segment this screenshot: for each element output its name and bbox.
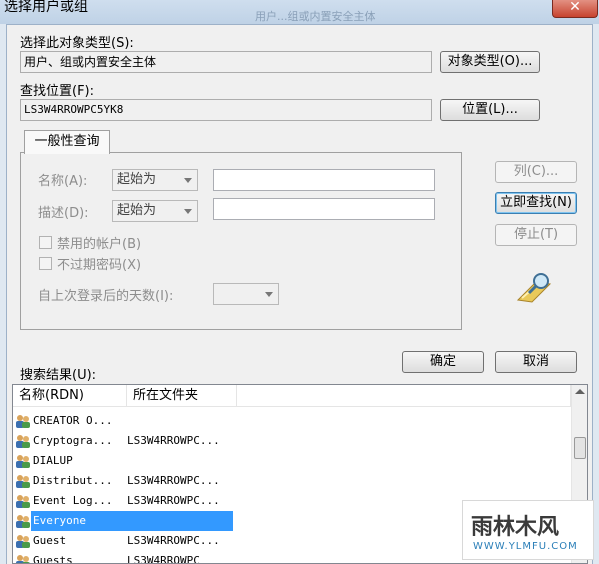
close-icon: ✕	[569, 0, 581, 15]
location-field: LS3W4RROWPC5YK8	[20, 99, 432, 121]
disabled-accounts-label: 禁用的帐户(B)	[57, 237, 142, 252]
scroll-thumb[interactable]	[574, 437, 586, 459]
cell-folder: LS3W4RROWPC...	[127, 474, 220, 487]
days-since-logon-dropdown[interactable]	[213, 283, 279, 305]
user-group-icon	[15, 433, 31, 449]
name-match-value: 起始为	[117, 172, 157, 187]
column-header-filler	[237, 385, 571, 407]
title-bar[interactable]: 选择用户或组 用户...组或内置安全主体 ✕	[0, 0, 599, 24]
user-group-icon	[15, 553, 31, 563]
cancel-button[interactable]: 取消	[495, 351, 577, 373]
find-now-button[interactable]: 立即查找(N)	[495, 192, 577, 214]
description-match-dropdown[interactable]: 起始为	[112, 200, 198, 222]
tab-common-queries[interactable]: 一般性查询	[24, 130, 110, 154]
scroll-up-icon[interactable]	[575, 389, 585, 394]
user-group-icon	[15, 473, 31, 489]
stop-button[interactable]: 停止(T)	[495, 224, 577, 246]
columns-button[interactable]: 列(C)...	[495, 161, 577, 183]
description-match-value: 起始为	[117, 203, 157, 218]
search-results-label: 搜索结果(U):	[20, 368, 97, 383]
chevron-down-icon	[265, 292, 273, 297]
location-label: 查找位置(F):	[20, 84, 95, 99]
watermark-url: WWW.YLMFU.COM	[473, 541, 578, 552]
non-expiring-password-checkbox[interactable]	[39, 257, 52, 270]
cell-name: Distribut...	[33, 474, 113, 487]
user-group-icon	[15, 493, 31, 509]
chevron-down-icon	[184, 209, 192, 214]
ok-button[interactable]: 确定	[402, 351, 484, 373]
location-button[interactable]: 位置(L)...	[440, 99, 540, 121]
watermark-logo: 雨林木风 WWW.YLMFU.COM	[462, 500, 594, 560]
background-window-text: 用户...组或内置安全主体	[255, 10, 376, 23]
non-expiring-password-label: 不过期密码(X)	[57, 258, 142, 273]
cell-folder: LS3W4RROWPC...	[127, 534, 220, 547]
cell-name: Everyone	[31, 511, 233, 531]
object-types-button[interactable]: 对象类型(O)...	[440, 51, 540, 73]
user-group-icon	[15, 413, 31, 429]
user-group-icon	[15, 533, 31, 549]
cell-name: Cryptogra...	[33, 434, 113, 447]
column-header-name[interactable]: 名称(RDN)	[13, 385, 127, 407]
name-input[interactable]	[213, 169, 435, 191]
cell-folder: LS3W4RROWPC	[127, 554, 200, 564]
name-label: 名称(A):	[38, 174, 88, 189]
cell-folder: LS3W4RROWPC...	[127, 494, 220, 507]
search-magnifier-icon	[514, 270, 556, 306]
object-types-field: 用户、组或内置安全主体	[20, 51, 432, 73]
table-row[interactable]: Cryptogra... LS3W4RROWPC...	[13, 431, 573, 451]
table-row[interactable]: DIALUP	[13, 451, 573, 471]
user-group-icon	[15, 513, 31, 529]
cell-name: Event Log...	[33, 494, 113, 507]
table-row[interactable]: CREATOR O...	[13, 411, 573, 431]
user-group-icon	[15, 453, 31, 469]
watermark-brand: 雨林木风	[471, 515, 560, 540]
cell-name: CREATOR O...	[33, 414, 113, 427]
close-button[interactable]: ✕	[552, 0, 598, 18]
cell-name: Guest	[33, 534, 67, 547]
object-types-label: 选择此对象类型(S):	[20, 36, 134, 51]
table-row[interactable]: Distribut... LS3W4RROWPC...	[13, 471, 573, 491]
chevron-down-icon	[184, 178, 192, 183]
cell-name: DIALUP	[33, 454, 73, 467]
description-label: 描述(D):	[38, 206, 89, 221]
days-since-logon-label: 自上次登录后的天数(I):	[38, 289, 174, 304]
cell-name: Guests	[33, 554, 73, 564]
cell-folder: LS3W4RROWPC...	[127, 434, 220, 447]
column-header-folder[interactable]: 所在文件夹	[127, 385, 237, 407]
name-match-dropdown[interactable]: 起始为	[112, 169, 198, 191]
description-input[interactable]	[213, 198, 435, 220]
window-title: 选择用户或组	[4, 0, 88, 15]
disabled-accounts-checkbox[interactable]	[39, 236, 52, 249]
